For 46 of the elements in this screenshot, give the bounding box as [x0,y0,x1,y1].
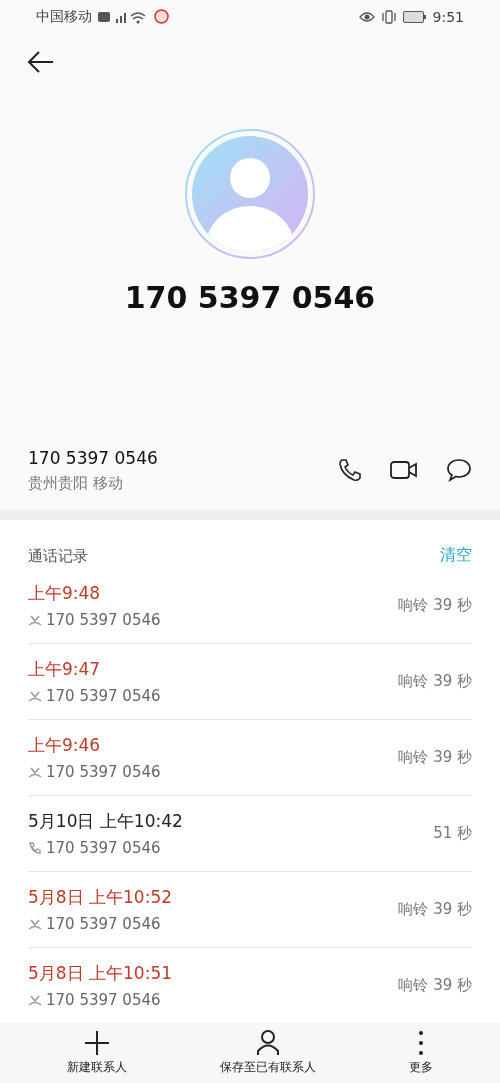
call-time: 5月10日 上午10:42 [28,809,183,833]
clock-time: 9:51 [432,8,464,25]
call-duration: 51 秒 [433,823,472,843]
battery-icon [402,10,427,23]
message-icon[interactable] [446,458,472,483]
eye-icon [358,10,375,23]
phone-number: 170 5397 0546 [28,447,158,468]
missed-call-icon [28,917,42,930]
caller-number: 170 5397 0546 [46,686,161,705]
more-icon [418,1029,425,1056]
video-call-icon[interactable] [390,460,418,481]
notification-icon [154,9,169,25]
number-location: 贵州贵阳 移动 [28,473,124,493]
missed-call-icon [28,689,42,702]
toolbar-button[interactable]: 更多 [409,1029,434,1076]
call-time: 上午9:48 [28,581,102,605]
vibrate-icon [380,9,397,24]
carrier-name: 中国移动 [36,7,92,26]
call-duration: 响铃 39 秒 [398,595,472,615]
phone-icon [28,841,42,854]
call-time: 5月8日 上午10:52 [28,885,173,909]
caller-number: 170 5397 0546 [46,990,161,1009]
caller-number: 170 5397 0546 [46,762,161,781]
caller-number: 170 5397 0546 [46,610,161,629]
toolbar-button[interactable]: 新建联系人 [66,1029,127,1076]
call-duration: 响铃 39 秒 [398,747,472,767]
missed-call-icon [28,765,42,778]
signal-icon [98,9,148,24]
plus-icon [83,1029,110,1056]
call-time: 上午9:47 [28,657,102,681]
person-icon [257,1029,279,1056]
call-time: 5月8日 上午10:51 [28,961,173,985]
call-duration: 响铃 39 秒 [398,975,472,995]
call-duration: 响铃 39 秒 [398,899,472,919]
call-duration: 响铃 39 秒 [398,671,472,691]
section-title: 通话记录 [28,546,88,566]
caller-number: 170 5397 0546 [46,914,161,933]
contact-title: 170 5397 0546 [124,280,376,316]
avatar-icon [184,128,316,261]
missed-call-icon [28,993,42,1006]
missed-call-icon [28,613,42,626]
back-icon[interactable] [28,51,54,74]
phone-icon[interactable] [338,458,362,483]
call-time: 上午9:46 [28,733,102,757]
caller-number: 170 5397 0546 [46,838,161,857]
toolbar-button[interactable]: 保存至已有联系人 [220,1029,316,1076]
